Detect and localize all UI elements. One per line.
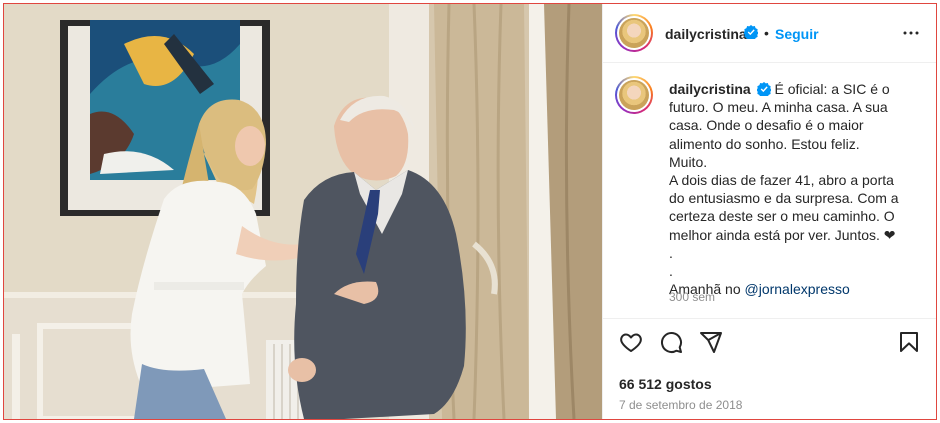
caption-line: casa. Onde o desafio é o maior <box>669 117 864 134</box>
caption-line: do entusiasmo e da surpresa. Com a <box>669 190 899 207</box>
more-options-icon[interactable] <box>902 24 920 42</box>
instagram-post-frame: dailycristina • Seguir dailycristina É o… <box>3 3 937 420</box>
comment-icon[interactable] <box>659 330 683 354</box>
follow-button[interactable]: Seguir <box>775 26 819 42</box>
verified-badge-icon <box>744 25 758 39</box>
caption-line: . <box>669 263 673 280</box>
caption-line: A dois dias de fazer 41, abro a porta <box>669 172 894 189</box>
post-side-panel: dailycristina • Seguir dailycristina É o… <box>602 4 936 419</box>
caption-section: dailycristina É oficial: a SIC é o futur… <box>603 64 936 319</box>
header-username[interactable]: dailycristina <box>665 26 747 42</box>
bookmark-icon[interactable] <box>897 330 921 354</box>
caption-line: É oficial: a SIC é o <box>774 81 890 97</box>
caption-line: melhor ainda está por ver. Juntos. ❤ <box>669 226 896 243</box>
caption-line: futuro. O meu. A minha casa. A sua <box>669 99 888 116</box>
likes-count[interactable]: 66 512 gostos <box>619 376 712 392</box>
caption-line: certeza deste ser o meu caminho. O <box>669 208 895 225</box>
heart-icon[interactable] <box>619 330 643 354</box>
caption-username[interactable]: dailycristina <box>669 81 751 97</box>
share-icon[interactable] <box>699 330 723 354</box>
verified-badge-icon <box>756 82 771 96</box>
caption-line: . <box>669 244 673 261</box>
profile-avatar[interactable] <box>615 14 653 52</box>
action-bar <box>603 330 936 362</box>
separator-dot: • <box>764 25 769 41</box>
caption-line: alimento do sonho. Estou feliz. Muito. <box>669 135 860 170</box>
post-header: dailycristina • Seguir <box>603 4 936 63</box>
mention-link[interactable]: @jornalexpresso <box>745 281 850 297</box>
post-caption: dailycristina É oficial: a SIC é o futur… <box>669 80 899 298</box>
post-photo-illustration <box>4 4 602 419</box>
caption-timestamp[interactable]: 300 sem <box>669 290 715 304</box>
post-photo[interactable] <box>4 4 602 419</box>
post-date[interactable]: 7 de setembro de 2018 <box>619 398 742 412</box>
caption-avatar[interactable] <box>615 76 653 114</box>
